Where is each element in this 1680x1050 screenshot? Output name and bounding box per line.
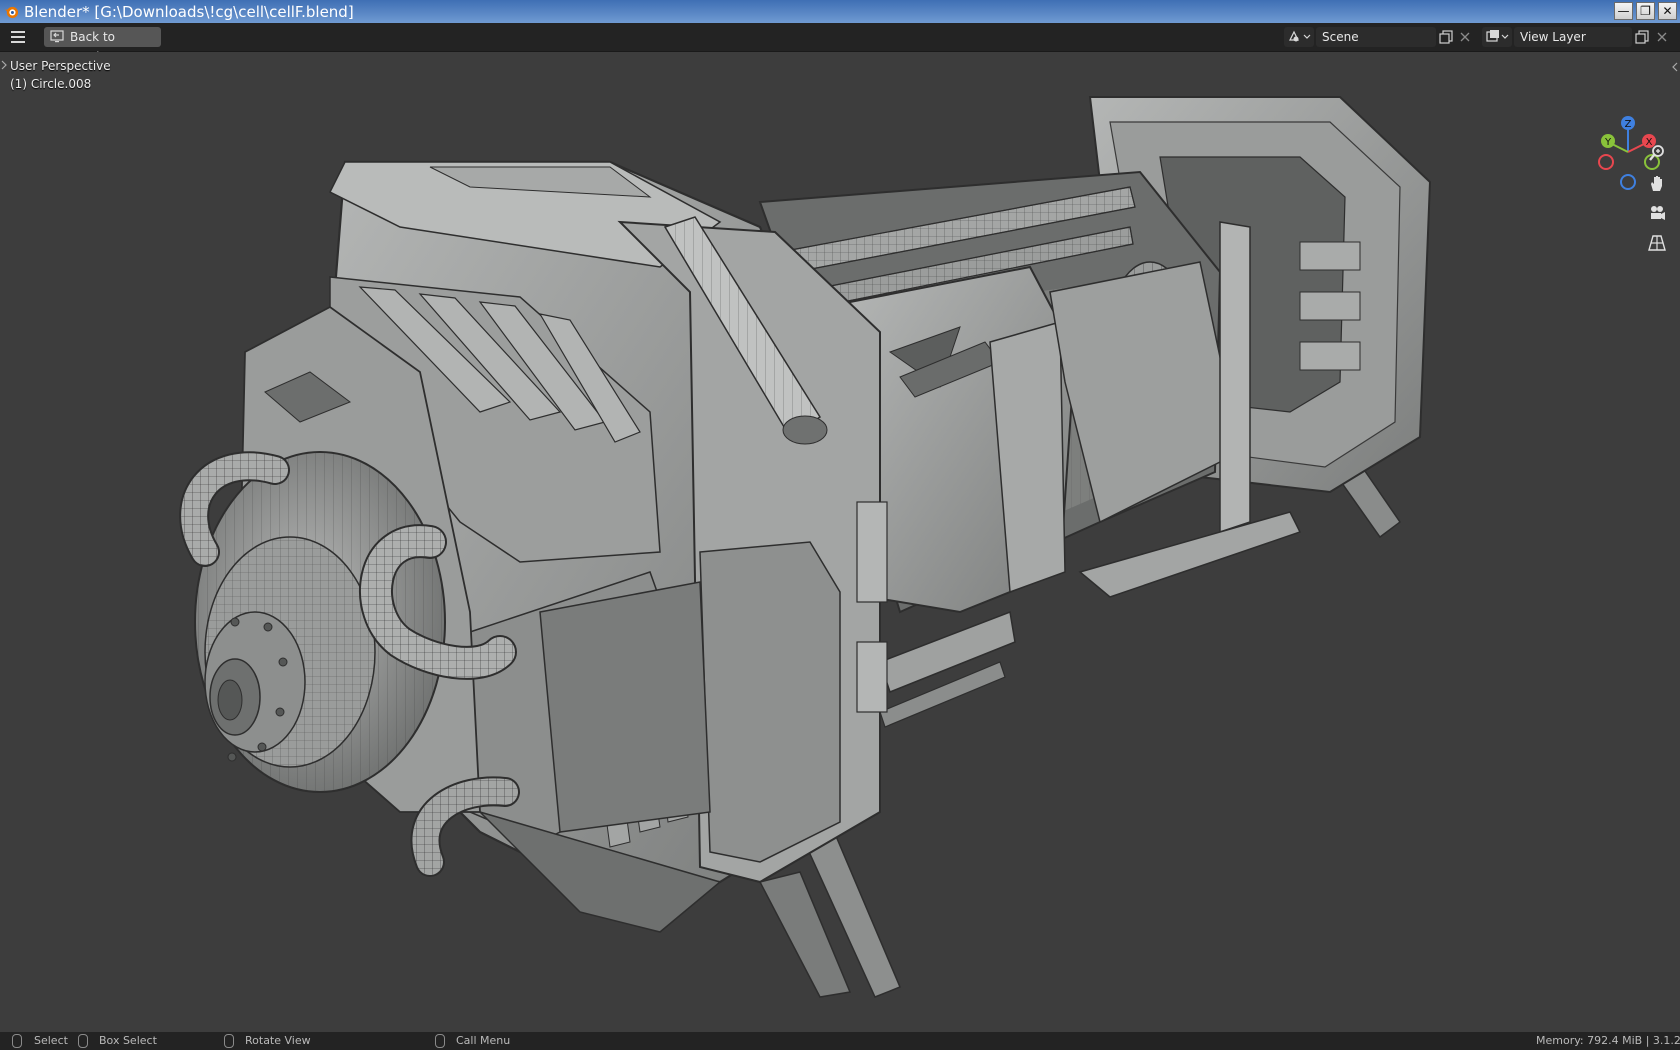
restore-button[interactable]: ❐ xyxy=(1636,2,1655,20)
pan-button[interactable] xyxy=(1644,170,1670,196)
sidebar-toggle-icon[interactable] xyxy=(1672,62,1678,72)
neg-x-axis-icon[interactable] xyxy=(1598,154,1614,170)
view-layer-name: View Layer xyxy=(1520,30,1586,44)
orthographic-toggle-button[interactable] xyxy=(1644,230,1670,256)
view-layer-icon xyxy=(1486,30,1509,42)
close-icon: ✕ xyxy=(1662,4,1673,18)
back-to-previous-button[interactable]: Back to Previous xyxy=(44,27,161,64)
z-axis-label: Z xyxy=(1625,119,1632,130)
view-layer-name-field[interactable]: View Layer xyxy=(1514,27,1632,47)
scene-name-field[interactable]: Scene xyxy=(1316,27,1436,47)
minimize-icon: — xyxy=(1617,4,1630,18)
pan-hand-icon xyxy=(1651,176,1662,191)
status-rotate-view: Rotate View xyxy=(245,1034,311,1047)
toolbar-toggle-icon[interactable] xyxy=(1,60,7,70)
window-titlebar: Blender* [G:\Downloads\!cg\cell\cellF.bl… xyxy=(0,0,1680,23)
mouse-left-icon xyxy=(12,1034,22,1048)
minimize-button[interactable]: — xyxy=(1614,2,1633,20)
zoom-button[interactable] xyxy=(1644,140,1670,166)
status-bar: Select Box Select Rotate View Call Menu … xyxy=(0,1032,1680,1050)
active-object-label: (1) Circle.008 xyxy=(10,77,92,91)
new-view-layer-icon[interactable] xyxy=(1634,29,1650,45)
grid-icon xyxy=(1648,235,1666,251)
view-layer-browse-button[interactable] xyxy=(1482,27,1512,47)
new-scene-icon[interactable] xyxy=(1438,29,1454,45)
view-perspective-label: User Perspective xyxy=(10,59,111,73)
close-window-button[interactable]: ✕ xyxy=(1658,2,1677,20)
screen-back-icon xyxy=(50,30,64,43)
y-axis-label: Y xyxy=(1604,137,1612,148)
hamburger-menu-icon[interactable] xyxy=(10,30,26,44)
scene-browse-button[interactable] xyxy=(1284,27,1314,47)
status-box-select: Box Select xyxy=(99,1034,157,1047)
scene-name: Scene xyxy=(1322,30,1359,44)
mouse-right-icon xyxy=(435,1034,445,1048)
camera-view-button[interactable] xyxy=(1644,200,1670,226)
delete-scene-icon[interactable] xyxy=(1457,29,1473,45)
delete-view-layer-icon[interactable] xyxy=(1654,29,1670,45)
camera-icon xyxy=(1651,206,1665,220)
mouse-middle-icon xyxy=(224,1034,234,1048)
3d-model-render[interactable] xyxy=(0,52,1680,1032)
mouse-drag-icon xyxy=(78,1034,88,1048)
3d-viewport[interactable]: User Perspective (1) Circle.008 Z X Y xyxy=(0,52,1680,1032)
status-call-menu: Call Menu xyxy=(456,1034,511,1047)
window-title: Blender* [G:\Downloads\!cg\cell\cellF.bl… xyxy=(24,3,354,21)
neg-z-axis-icon[interactable] xyxy=(1620,174,1636,190)
scene-icon xyxy=(1289,30,1311,42)
restore-icon: ❐ xyxy=(1640,4,1651,18)
status-memory: Memory: 792.4 MiB | 3.1.2 xyxy=(1536,1034,1680,1047)
zoom-icon xyxy=(1649,145,1664,161)
blender-logo-icon xyxy=(4,6,19,19)
top-header-bar: Back to Previous Scene View Layer xyxy=(0,23,1680,64)
status-select: Select xyxy=(34,1034,68,1047)
